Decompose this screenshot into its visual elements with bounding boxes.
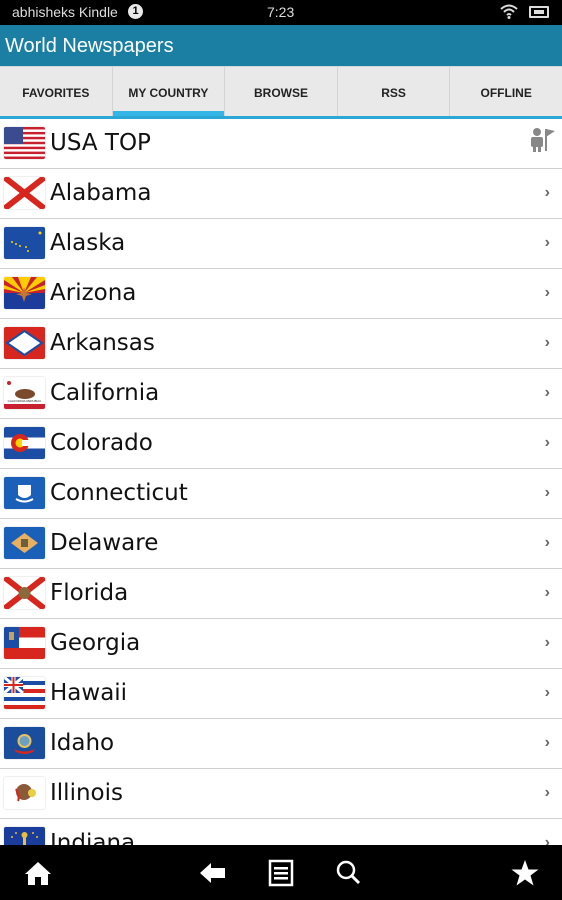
list-item-label: Arkansas xyxy=(50,330,155,356)
battery-icon xyxy=(529,6,549,18)
home-icon[interactable] xyxy=(23,859,53,887)
device-name: abhisheks Kindle xyxy=(12,4,118,20)
chevron-right-icon: › xyxy=(544,334,550,351)
clock: 7:23 xyxy=(267,4,295,20)
chevron-right-icon: › xyxy=(544,284,550,301)
list-item-arkansas[interactable]: Arkansas › xyxy=(0,319,562,369)
georgia-flag-icon xyxy=(4,627,45,659)
chevron-right-icon: › xyxy=(544,734,550,751)
chevron-right-icon: › xyxy=(544,484,550,501)
tab-favorites[interactable]: FAVORITES xyxy=(0,67,112,116)
wifi-icon xyxy=(500,4,518,19)
list-item-label: Colorado xyxy=(50,430,153,456)
list-item-label: Arizona xyxy=(50,280,137,306)
list-item-georgia[interactable]: Georgia › xyxy=(0,619,562,669)
list-item-label: Alaska xyxy=(50,230,126,256)
hawaii-flag-icon xyxy=(4,677,45,709)
list-item-indiana[interactable]: Indiana › xyxy=(0,819,562,845)
list-item-usa[interactable]: USA TOP xyxy=(0,119,562,169)
chevron-right-icon: › xyxy=(544,384,550,401)
list-item-delaware[interactable]: Delaware › xyxy=(0,519,562,569)
list-item-illinois[interactable]: Illinois › xyxy=(0,769,562,819)
list-item-label: Georgia xyxy=(50,630,141,656)
tab-my-country[interactable]: MY COUNTRY xyxy=(111,67,225,116)
bottom-nav-bar xyxy=(0,845,562,900)
chevron-right-icon: › xyxy=(544,234,550,251)
chevron-right-icon: › xyxy=(544,584,550,601)
chevron-right-icon: › xyxy=(544,684,550,701)
list-item-label: Illinois xyxy=(50,780,123,806)
arizona-flag-icon xyxy=(4,277,45,309)
back-arrow-icon[interactable] xyxy=(198,859,228,887)
list-item-label: Idaho xyxy=(50,730,115,756)
svg-text:CALIFORNIA REPUBLIC: CALIFORNIA REPUBLIC xyxy=(8,399,43,403)
list-item-label: Hawaii xyxy=(50,680,128,706)
delaware-flag-icon xyxy=(4,527,45,559)
florida-flag-icon xyxy=(4,577,45,609)
chevron-right-icon: › xyxy=(544,184,550,201)
illinois-flag-icon xyxy=(4,777,45,809)
list-item-label: Florida xyxy=(50,580,129,606)
search-icon[interactable] xyxy=(334,859,364,887)
idaho-flag-icon xyxy=(4,727,45,759)
app-title: World Newspapers xyxy=(5,35,174,57)
chevron-right-icon: › xyxy=(544,434,550,451)
star-icon[interactable] xyxy=(510,859,540,887)
usa-flag-icon xyxy=(4,127,45,159)
list-item-hawaii[interactable]: Hawaii › xyxy=(0,669,562,719)
list-item-alaska[interactable]: Alaska › xyxy=(0,219,562,269)
notification-badge[interactable]: 1 xyxy=(128,4,143,19)
list-item-arizona[interactable]: Arizona › xyxy=(0,269,562,319)
list-item-label: California xyxy=(50,380,160,406)
chevron-right-icon: › xyxy=(544,784,550,801)
arkansas-flag-icon xyxy=(4,327,45,359)
list-item-florida[interactable]: Florida › xyxy=(0,569,562,619)
list-item-connecticut[interactable]: Connecticut › xyxy=(0,469,562,519)
tab-bar: FAVORITES MY COUNTRY BROWSE RSS OFFLINE xyxy=(0,66,562,119)
colorado-flag-icon xyxy=(4,427,45,459)
alaska-flag-icon xyxy=(4,227,45,259)
indiana-flag-icon xyxy=(4,827,45,845)
app-title-bar: World Newspapers xyxy=(0,25,562,66)
chevron-right-icon: › xyxy=(544,534,550,551)
list-item-california[interactable]: CALIFORNIA REPUBLIC California › xyxy=(0,369,562,419)
chevron-right-icon: › xyxy=(544,634,550,651)
list-item-label: Delaware xyxy=(50,530,159,556)
menu-icon[interactable] xyxy=(266,859,296,887)
list-item-label: Indiana xyxy=(50,830,136,845)
list-item-alabama[interactable]: Alabama › xyxy=(0,169,562,219)
list-item-idaho[interactable]: Idaho › xyxy=(0,719,562,769)
connecticut-flag-icon xyxy=(4,477,45,509)
tab-browse[interactable]: BROWSE xyxy=(224,67,337,116)
list-item-label: Alabama xyxy=(50,180,152,206)
california-flag-icon: CALIFORNIA REPUBLIC xyxy=(4,377,45,409)
tab-offline[interactable]: OFFLINE xyxy=(449,67,562,116)
alabama-flag-icon xyxy=(4,177,45,209)
chevron-right-icon: › xyxy=(544,834,550,845)
list-item-label: USA TOP xyxy=(50,130,151,156)
status-bar: abhisheks Kindle 1 7:23 xyxy=(0,0,562,25)
list-item-colorado[interactable]: Colorado › xyxy=(0,419,562,469)
list-item-label: Connecticut xyxy=(50,480,188,506)
map-person-icon[interactable] xyxy=(528,125,556,153)
state-list[interactable]: USA TOP Alabama › Alaska › Arizona › Arkansas › C… xyxy=(0,119,562,845)
tab-rss[interactable]: RSS xyxy=(336,67,450,116)
